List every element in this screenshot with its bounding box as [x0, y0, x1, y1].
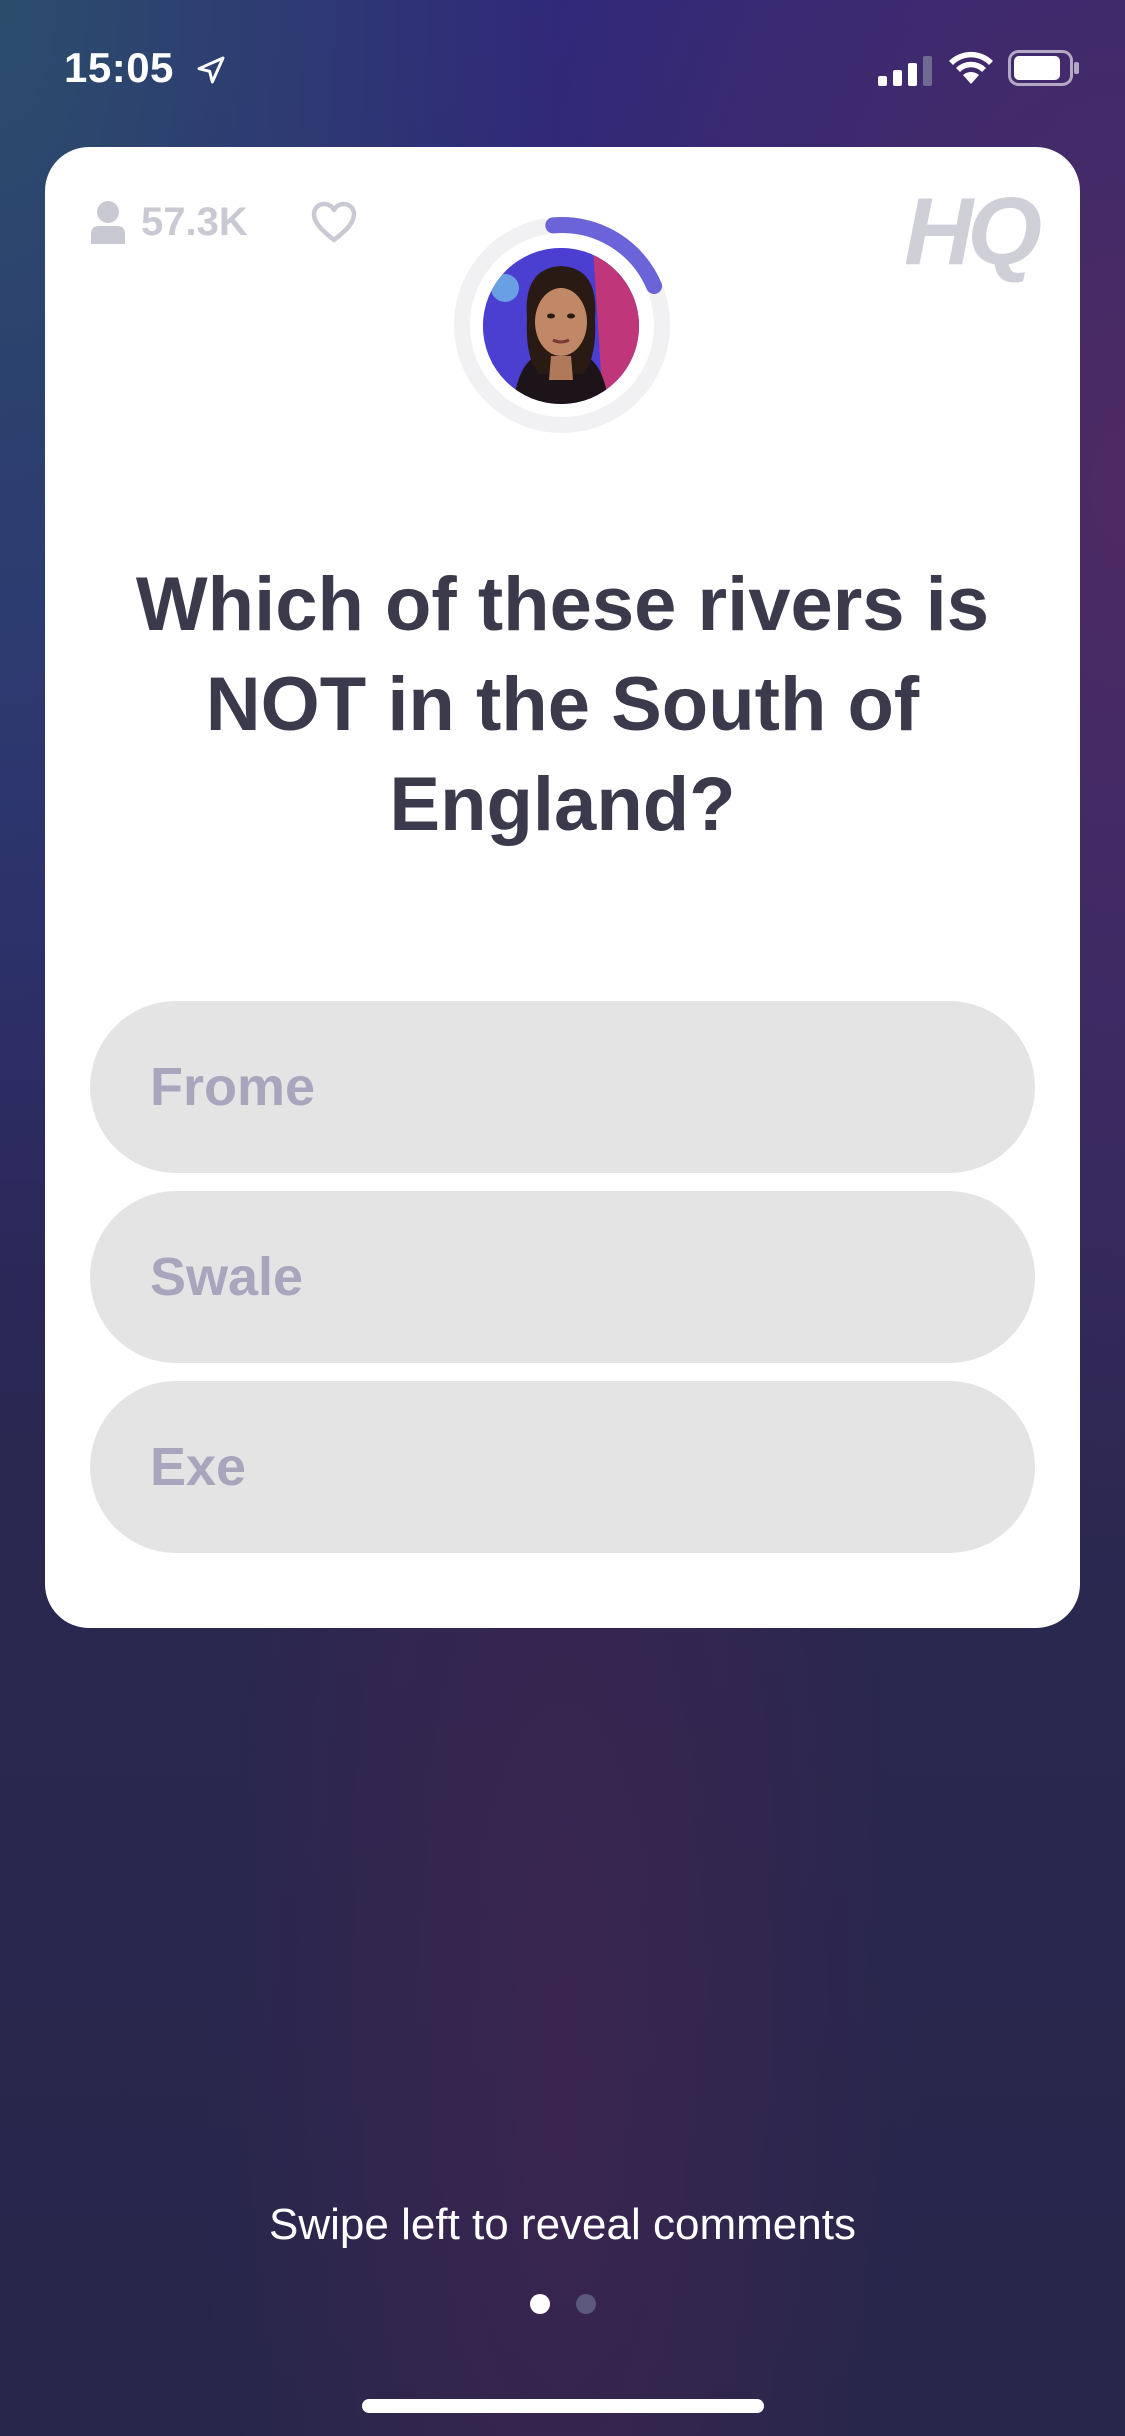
- hq-logo: HQ: [904, 178, 1042, 285]
- page-dot-2[interactable]: [575, 2294, 596, 2314]
- viewer-count-label: 57.3K: [141, 199, 248, 244]
- signal-icon: [878, 56, 932, 86]
- swipe-hint: Swipe left to reveal comments: [269, 2200, 856, 2249]
- answer-option-3[interactable]: Exe: [90, 1381, 1035, 1553]
- answer-label: Frome: [150, 1057, 316, 1117]
- page-dot-1[interactable]: [529, 2294, 550, 2314]
- heart-icon[interactable]: [311, 201, 357, 243]
- status-bar: 15:05: [0, 0, 1125, 140]
- host-portrait: [483, 248, 639, 404]
- host-avatar: [483, 248, 639, 404]
- question-text: Which of these rivers is NOT in the Sout…: [135, 562, 990, 847]
- answer-label: Swale: [150, 1247, 304, 1307]
- answer-option-2[interactable]: Swale: [90, 1191, 1035, 1363]
- home-indicator[interactable]: [362, 2399, 764, 2413]
- status-time: 15:05: [64, 44, 174, 91]
- location-arrow-icon: [197, 56, 225, 84]
- viewer-count: 57.3K: [89, 197, 248, 247]
- battery-icon: [1008, 50, 1079, 86]
- answer-option-1[interactable]: Frome: [90, 1001, 1035, 1173]
- answer-label: Exe: [150, 1437, 247, 1497]
- page-indicator[interactable]: [0, 2294, 1125, 2314]
- user-icon: [91, 201, 125, 244]
- question-card: 57.3K HQ Which of these rivers is NOT in…: [45, 147, 1080, 1628]
- wifi-icon: [949, 51, 993, 84]
- answer-list: Frome Swale Exe: [90, 1001, 1035, 1571]
